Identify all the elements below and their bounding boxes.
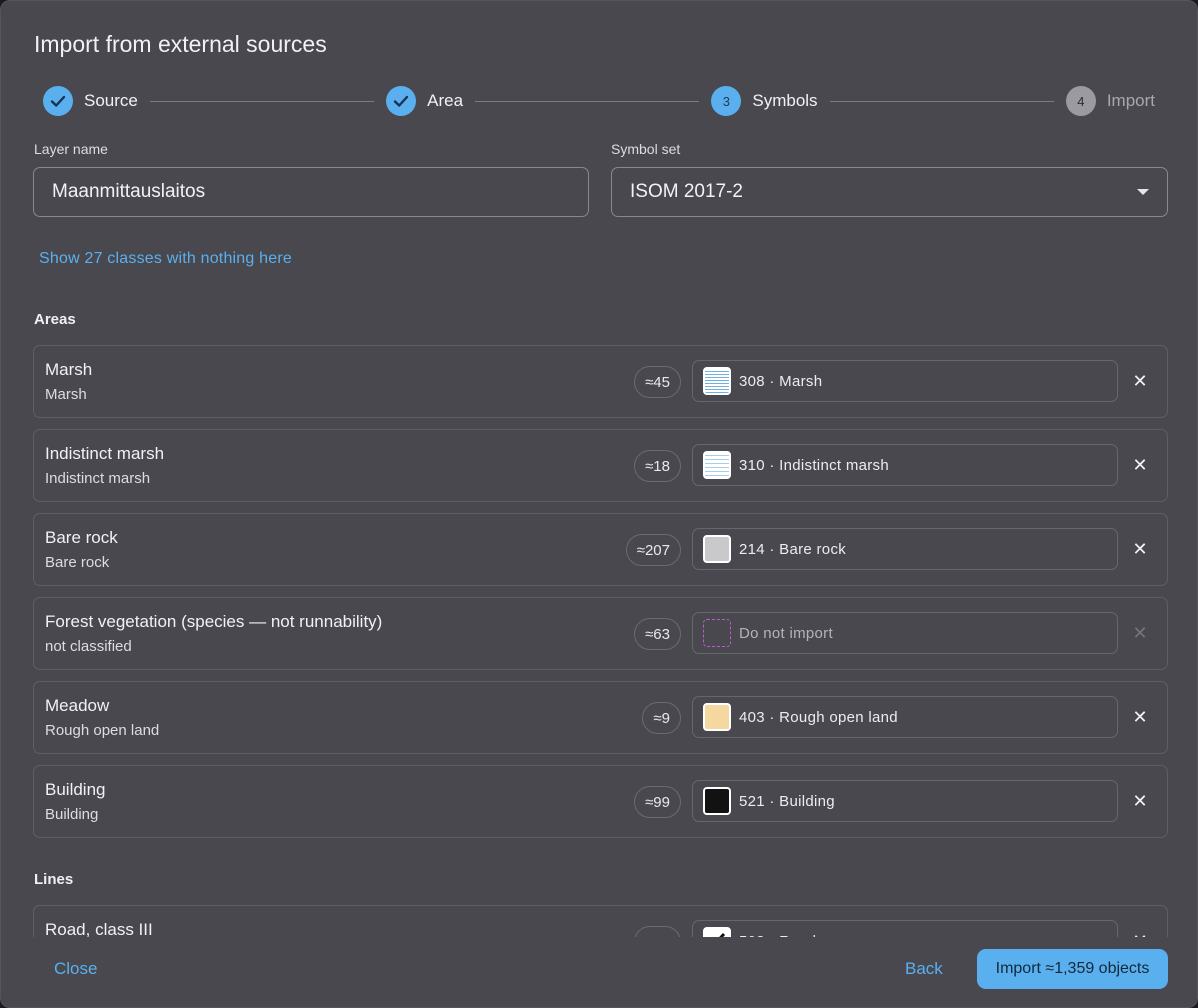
close-icon: ✕ [1132,622,1148,643]
symbol-label: 521 · Building [739,792,835,810]
back-button[interactable]: Back [905,959,943,979]
mapping-row: Marsh Marsh ≈45 308 · Marsh ✕ [33,345,1168,418]
close-icon[interactable]: ✕ [1130,706,1150,728]
symbol-picker[interactable]: 521 · Building [692,780,1118,822]
symbol-label: 403 · Rough open land [739,708,898,726]
layer-name-input[interactable] [33,167,589,217]
step-import: 4 Import [1065,86,1156,116]
symbol-picker[interactable]: Do not import [692,612,1118,654]
close-icon[interactable]: ✕ [1130,454,1150,476]
symbol-set-label: Symbol set [611,141,681,157]
stepper: Source Area 3 Symbols 4 Import [43,85,1155,117]
section-title-areas: Areas [34,311,76,328]
class-subtitle: not classified [45,638,132,655]
check-icon [43,86,73,116]
step-area[interactable]: Area [386,86,463,116]
mapping-row: Forest vegetation (species — not runnabi… [33,597,1168,670]
symbol-label: 214 · Bare rock [739,540,847,558]
bare-rock-swatch-icon [703,535,731,563]
class-subtitle: Bare rock [45,554,110,571]
class-name: Bare rock [45,528,118,547]
indistinct-marsh-swatch-icon [703,451,731,479]
step-number-badge: 3 [711,86,742,116]
step-label-area: Area [427,91,464,110]
class-name: Forest vegetation (species — not runnabi… [45,612,383,631]
step-label-symbols: Symbols [752,91,818,110]
step-number-badge: 4 [1065,86,1096,116]
close-icon[interactable]: ✕ [1130,370,1150,392]
mapping-row: Indistinct marsh Indistinct marsh ≈18 31… [33,429,1168,502]
symbol-set-value: ISOM 2017-2 [630,181,743,202]
mapping-row: Building Building ≈99 521 · Building ✕ [33,765,1168,838]
mapping-row: Meadow Rough open land ≈9 403 · Rough op… [33,681,1168,754]
class-subtitle: Indistinct marsh [45,470,151,487]
dialog-title: Import from external sources [34,31,327,57]
symbol-picker[interactable]: 310 · Indistinct marsh [692,444,1118,486]
mapping-row: Bare rock Bare rock ≈207 214 · Bare rock… [33,513,1168,586]
symbol-picker[interactable]: 308 · Marsh [692,360,1118,402]
class-name: Indistinct marsh [45,444,165,463]
object-count-badge: ≈207 [625,534,681,566]
layer-name-label: Layer name [34,141,108,157]
close-icon[interactable]: ✕ [1130,790,1150,812]
import-button[interactable]: Import ≈1,359 objects [977,949,1168,989]
step-symbols[interactable]: 3 Symbols [711,86,818,116]
close-button[interactable]: Close [54,959,97,979]
class-subtitle: Rough open land [45,722,160,739]
close-icon[interactable]: ✕ [1130,538,1150,560]
object-count-badge: ≈63 [634,618,681,650]
symbol-picker[interactable]: 214 · Bare rock [692,528,1118,570]
check-icon [386,86,417,116]
class-name: Meadow [45,696,110,715]
symbol-set-select[interactable]: ISOM 2017-2 [611,167,1168,217]
class-name: Building [45,780,106,799]
class-subtitle: Building [45,806,99,823]
marsh-swatch-icon [703,367,731,395]
object-count-badge: ≈45 [634,366,681,398]
class-subtitle: Marsh [45,386,87,403]
step-label-source: Source [84,91,138,110]
building-swatch-icon [703,787,731,815]
step-connector [829,100,1054,102]
object-count-badge: ≈18 [634,450,681,482]
symbol-picker[interactable]: 403 · Rough open land [692,696,1118,738]
step-source[interactable]: Source [43,86,138,116]
rough-open-land-swatch-icon [703,703,731,731]
import-dialog: Import from external sources Source Area… [0,0,1198,1008]
symbol-label: 310 · Indistinct marsh [739,456,889,474]
area-mapping-list: Marsh Marsh ≈45 308 · Marsh ✕ Indistinct… [33,345,1168,849]
show-empty-classes-link[interactable]: Show 27 classes with nothing here [39,250,292,268]
section-title-lines: Lines [34,871,74,888]
symbol-label: Do not import [739,624,833,642]
symbol-label: 308 · Marsh [739,372,823,390]
object-count-badge: ≈9 [642,702,681,734]
empty-swatch-icon [703,619,731,647]
class-name: Marsh [45,360,93,379]
caret-down-icon [1137,189,1149,195]
step-connector [149,100,375,102]
step-connector [475,100,700,102]
step-label-import: Import [1106,91,1156,110]
object-count-badge: ≈99 [634,786,681,818]
